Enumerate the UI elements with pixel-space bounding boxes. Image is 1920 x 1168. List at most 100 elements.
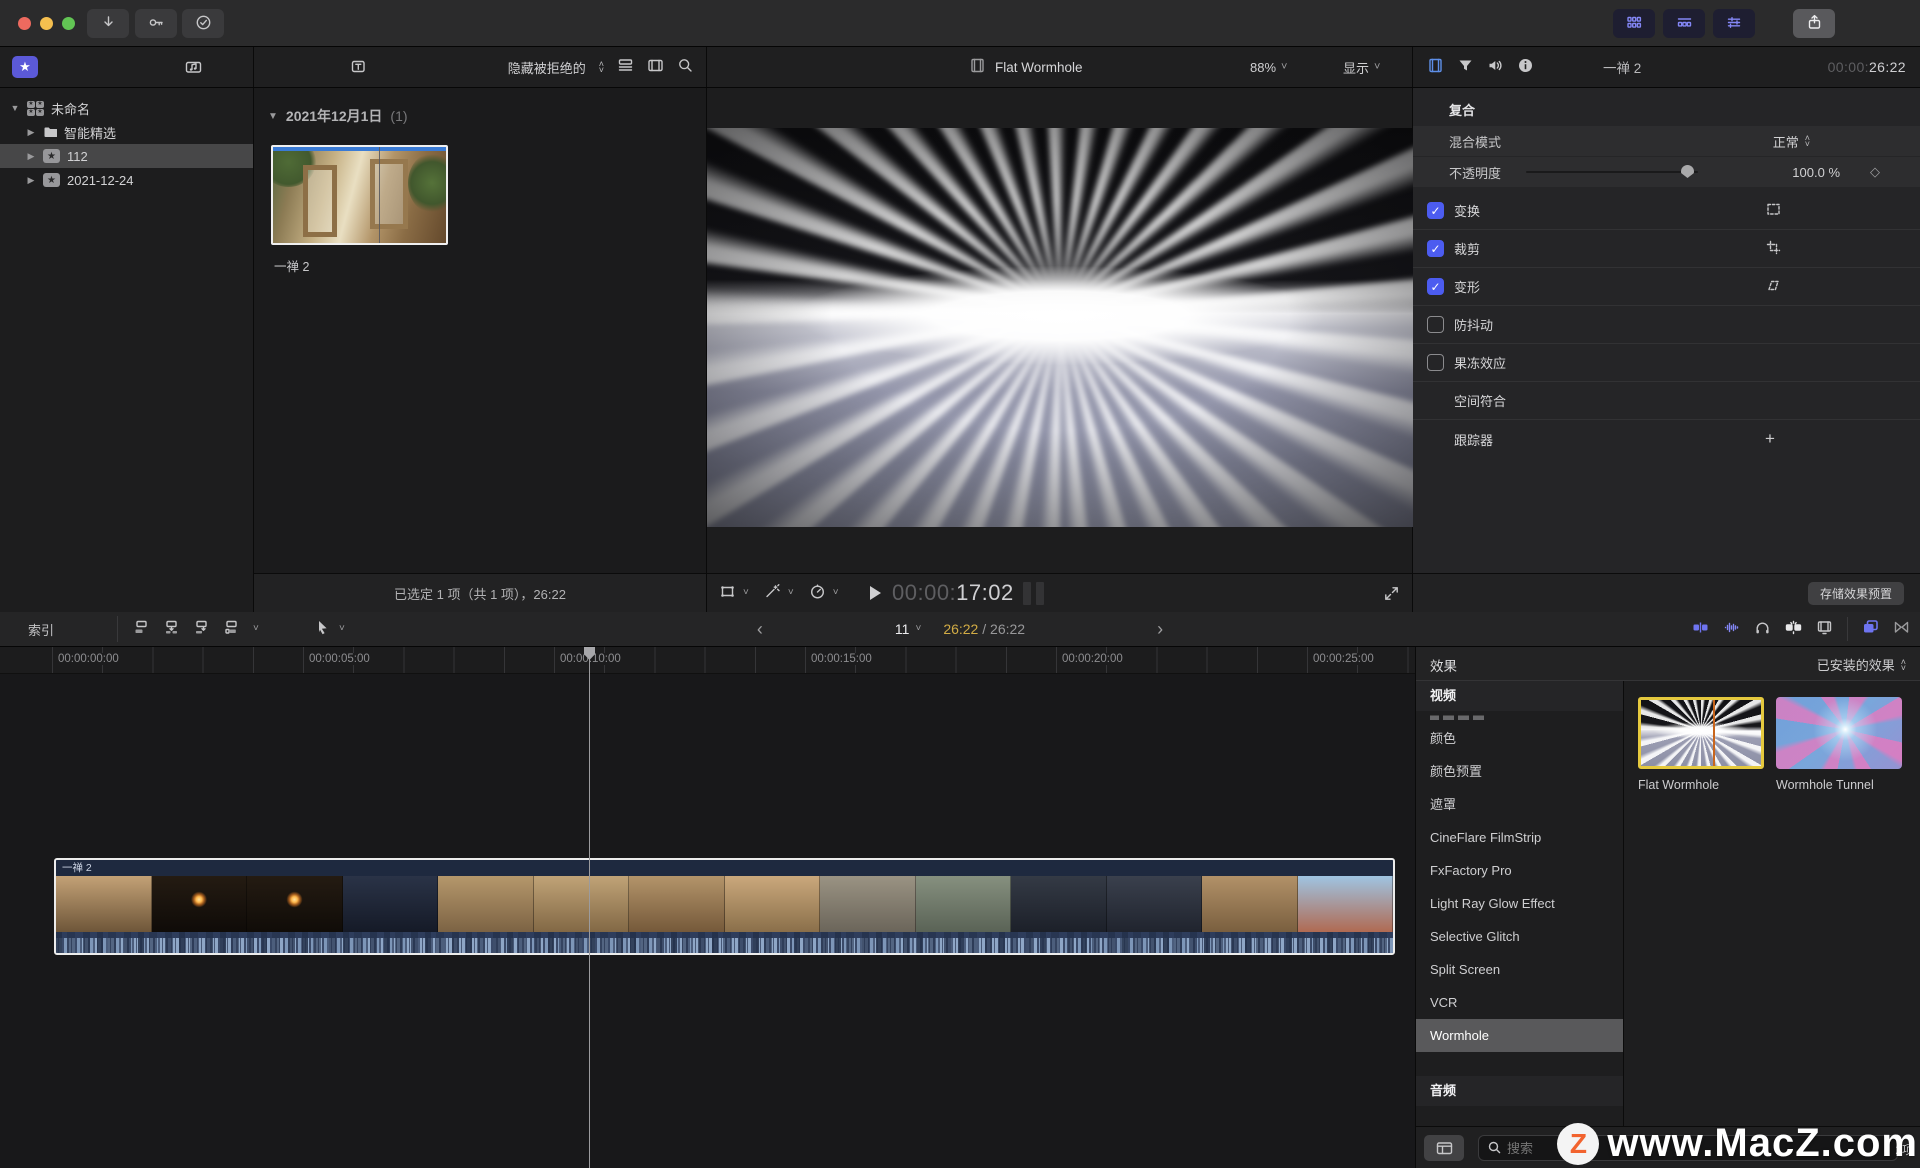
tab-info-inspector[interactable] — [1517, 57, 1534, 77]
effects-browser-toggle[interactable] — [1862, 619, 1879, 639]
sidebar-item-112[interactable]: ▶ ★ 112 — [0, 144, 253, 168]
timeline-view-button[interactable] — [1663, 9, 1705, 38]
rolling-shutter-row[interactable]: 果冻效应 — [1413, 344, 1920, 382]
media-browser-toggle-button[interactable] — [1424, 1135, 1464, 1161]
browser-group-header[interactable]: ▼ 2021年12月1日 (1) — [268, 106, 408, 126]
category-vcr[interactable]: VCR — [1416, 986, 1623, 1019]
audio-meters[interactable] — [1023, 582, 1044, 605]
titles-generators-button[interactable] — [350, 58, 370, 81]
play-button[interactable] — [870, 586, 881, 600]
close-button[interactable] — [18, 17, 31, 30]
fullscreen-icon[interactable] — [1383, 585, 1400, 605]
sidebar-item-2021-12-24[interactable]: ▶ ★ 2021-12-24 — [0, 168, 253, 192]
photos-audio-button[interactable] — [185, 58, 205, 81]
filmstrip-view-icon[interactable] — [647, 57, 664, 77]
snapping-icon[interactable] — [1785, 619, 1802, 639]
disclosure-closed-icon[interactable]: ▶ — [26, 175, 36, 186]
crop-icon[interactable] — [1765, 239, 1782, 259]
chevron-down-icon[interactable]: ˅ — [833, 586, 839, 600]
category-color-presets[interactable]: 颜色预置 — [1416, 755, 1623, 788]
enhancements-wand-icon[interactable] — [764, 583, 781, 603]
installed-effects-menu[interactable]: 已安装的效果 ˄˅ — [1817, 655, 1906, 674]
tab-color-inspector[interactable] — [1457, 57, 1474, 77]
category-light-ray-glow[interactable]: Light Ray Glow Effect — [1416, 887, 1623, 920]
timeline-pane[interactable]: 00:00:00:00 00:00:05:00 00:00:10:00 00:0… — [0, 647, 1416, 1168]
zoom-menu[interactable]: 88% ˅ — [1250, 47, 1287, 87]
minimize-button[interactable] — [40, 17, 53, 30]
playhead-line[interactable] — [589, 647, 590, 1168]
browser-view-button[interactable] — [1613, 9, 1655, 38]
search-icon[interactable] — [677, 57, 694, 77]
category-color[interactable]: 颜色 — [1416, 722, 1623, 755]
category-masks[interactable]: 遮罩 — [1416, 788, 1623, 821]
timeline-ruler[interactable]: 00:00:00:00 00:00:05:00 00:00:10:00 00:0… — [0, 647, 1415, 674]
chevron-down-icon[interactable]: ˅ — [788, 586, 794, 600]
filter-stepper-icon[interactable]: ˄˅ — [599, 61, 604, 73]
keyframe-diamond-icon[interactable]: ◇ — [1870, 164, 1880, 180]
stabilization-row[interactable]: 防抖动 — [1413, 306, 1920, 344]
effects-category-list[interactable]: 视频 颜色 颜色预置 遮罩 CineFlare FilmStrip FxFact… — [1416, 681, 1624, 1126]
tab-video-inspector[interactable] — [1427, 57, 1444, 77]
list-view-icon[interactable] — [617, 57, 634, 77]
transform-menu-icon[interactable] — [719, 583, 736, 603]
transform-checkbox[interactable]: ✓ — [1427, 202, 1444, 219]
transitions-browser-toggle[interactable] — [1893, 619, 1910, 639]
keywords-button[interactable] — [135, 9, 177, 38]
hide-rejected-filter[interactable]: 隐藏被拒绝的 — [508, 58, 586, 77]
crop-checkbox[interactable]: ✓ — [1427, 240, 1444, 257]
transform-row[interactable]: ✓ 变换 — [1413, 192, 1920, 230]
effect-thumbnail[interactable] — [1638, 697, 1764, 769]
effect-thumbnail[interactable] — [1776, 697, 1902, 769]
disclosure-closed-icon[interactable]: ▶ — [26, 127, 36, 138]
next-timeline-button[interactable]: › — [1157, 622, 1163, 636]
libraries-toggle-button[interactable]: ★ — [12, 56, 38, 78]
disclosure-open-icon[interactable]: ▼ — [268, 111, 278, 122]
category-cineflare-filmstrip[interactable]: CineFlare FilmStrip — [1416, 821, 1623, 854]
spatial-conform-row[interactable]: 空间符合 — [1413, 382, 1920, 420]
video-canvas[interactable] — [707, 128, 1413, 527]
rolling-shutter-checkbox[interactable] — [1427, 354, 1444, 371]
clip-thumbnail[interactable] — [271, 145, 448, 245]
timeline-page-menu[interactable]: 11 ˅ — [895, 621, 921, 637]
retime-gauge-icon[interactable] — [809, 583, 826, 603]
sidebar-item-smart-collections[interactable]: ▶ 智能精选 — [0, 120, 253, 144]
category-fxfactory-pro[interactable]: FxFactory Pro — [1416, 854, 1623, 887]
opacity-value[interactable]: 100.0 % — [1792, 165, 1840, 180]
inspector-view-button[interactable] — [1713, 9, 1755, 38]
save-effects-preset-button[interactable]: 存储效果预置 — [1808, 582, 1904, 605]
slider-knob[interactable] — [1681, 165, 1694, 178]
distort-row[interactable]: ✓ 变形 — [1413, 268, 1920, 306]
transform-icon[interactable] — [1765, 201, 1782, 221]
chevron-down-icon[interactable]: ˅ — [743, 586, 749, 600]
display-menu[interactable]: 显示 ˅ — [1343, 47, 1380, 87]
share-button[interactable] — [1793, 9, 1835, 38]
solo-headphones-icon[interactable] — [1754, 619, 1771, 639]
category-audio[interactable]: 音频 — [1416, 1076, 1623, 1106]
sidebar-item-library[interactable]: ▼ ★★★★ 未命名 — [0, 96, 253, 120]
background-tasks-button[interactable] — [182, 9, 224, 38]
import-media-button[interactable] — [87, 9, 129, 38]
distort-icon[interactable] — [1765, 277, 1782, 297]
stabilization-checkbox[interactable] — [1427, 316, 1444, 333]
category-selective-glitch[interactable]: Selective Glitch — [1416, 920, 1623, 953]
add-tracker-button[interactable]: + — [1765, 429, 1775, 449]
audio-skimming-icon[interactable] — [1723, 619, 1740, 639]
clip-appearance-icon[interactable] — [1816, 619, 1833, 639]
crop-row[interactable]: ✓ 裁剪 — [1413, 230, 1920, 268]
effect-flat-wormhole[interactable]: Flat Wormhole — [1638, 697, 1764, 792]
zoom-button[interactable] — [62, 17, 75, 30]
distort-checkbox[interactable]: ✓ — [1427, 278, 1444, 295]
category-wormhole[interactable]: Wormhole — [1416, 1019, 1623, 1052]
blend-mode-select[interactable]: 正常 ˄˅ — [1773, 132, 1810, 151]
tab-audio-inspector[interactable] — [1487, 57, 1504, 77]
disclosure-closed-icon[interactable]: ▶ — [26, 151, 36, 162]
clip-skimming-icon[interactable] — [1692, 619, 1709, 639]
effect-wormhole-tunnel[interactable]: Wormhole Tunnel — [1776, 697, 1902, 792]
disclosure-open-icon[interactable]: ▼ — [10, 103, 20, 113]
category-video[interactable]: 视频 — [1416, 681, 1623, 711]
trackers-row[interactable]: 跟踪器 + — [1413, 420, 1920, 458]
opacity-slider[interactable] — [1526, 171, 1698, 173]
previous-timeline-button[interactable]: ‹ — [757, 622, 763, 636]
timeline-clip[interactable]: 一禅 2 — [54, 858, 1395, 955]
category-split-screen[interactable]: Split Screen — [1416, 953, 1623, 986]
